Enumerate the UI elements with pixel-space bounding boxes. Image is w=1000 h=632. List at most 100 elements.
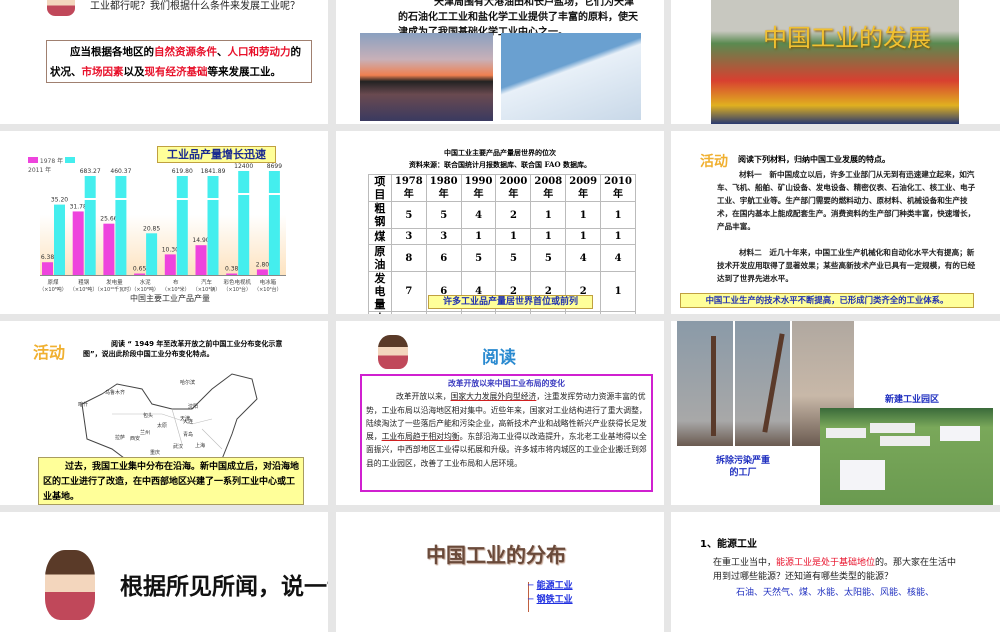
bar-1978 [72,211,84,275]
item-label: 能源工业 [536,581,573,591]
slide-thumbnail-10[interactable]: 根据所见所闻，说一说 [0,512,328,632]
rank-cell: 3 [390,228,427,245]
category-unit: （×10¹⁰千瓦时） [95,286,135,293]
map-city-label: 哈尔滨 [180,380,196,386]
energy-list: 石油、天然气、煤、水能、太阳能、风能、核能、 [736,588,935,598]
data-label: 460.37 [110,168,131,175]
data-label: 6.38 [41,254,55,261]
rank-cell: 1 [600,228,636,245]
item-cell: 水泥 [368,311,392,314]
rank-cell: 4 [460,201,497,229]
header-cell: 2009年 [565,174,602,202]
list-item[interactable]: ─ 钢铁工业 [528,592,573,605]
rank-cell: 5 [425,201,462,229]
bar-2011 [115,176,127,275]
slide-thumbnail-1[interactable]: 工业都行呢？我们根据什么条件来发展工业呢？ 应当根据各地区的自然资源条件、人口和… [0,0,328,124]
text: 改革开放以来， [396,392,451,402]
slide-thumbnail-4[interactable]: 工业品产量增长迅速 1978 年 2011 年 6.38 35.20 原煤 （×10⁸… [0,131,328,314]
rank-cell: 1 [600,201,636,229]
category-unit: （×10⁴台） [254,286,282,293]
bar-2011 [84,176,96,275]
rank-cell: 1 [460,228,497,245]
industrial-park-caption: 新建工业园区 [885,395,940,405]
rank-cell: 8 [390,244,427,272]
data-label: 0.65 [133,266,147,273]
table-header-row: 项目 1978年 1980年 1990年 2000年 2008年 2009年 2010年 [368,174,636,202]
slide-thumbnail-9[interactable]: 拆除污染严重的工厂 新建工业园区 [671,321,1000,505]
rank-cell: 2 [495,201,532,229]
china-industry-map [81,373,258,464]
category-label: 水泥 [140,278,152,286]
slide-thumbnail-7[interactable]: 活动 阅读 “ 1949 年至改革开放之前中国工业分布变化示意图”，说出此阶段中… [0,321,328,505]
highlight: 市场因素 [81,66,124,78]
data-label: 25.66 [100,216,117,223]
rank-cell: 1 [460,311,497,314]
map-city-label: 大连 [183,419,194,425]
category-label: 电冰箱 [260,278,277,286]
list-item[interactable]: ─ 能源工业 [528,578,573,591]
rank-cell: 5 [390,201,427,229]
demolish-caption: 拆除污染严重的工厂 [715,456,770,478]
bar-2011 [238,171,250,275]
text: 应当根据各地区的 [70,46,154,58]
map-city-label: 包头 [143,413,154,419]
text: 、 [217,46,228,58]
underlined-text: 国家大力发展外向型经济 [450,392,537,402]
slide-thumbnail-12[interactable]: 1、能源工业 在重工业当中，能源工业是处于基础地位的。那大家在生活中用到过哪些能… [671,512,1000,632]
slide-thumbnail-5[interactable]: 中国工业主要产品产量居世界的位次 资料来源：联合国统计月报数据库、联合国 FAO… [336,131,664,314]
cartoon-girl-image [45,550,95,620]
bar-1978 [134,273,146,275]
industrial-park-photo [820,408,993,505]
rank-cell: 1 [530,311,567,314]
map-city-label: 西安 [130,436,141,442]
rank-cell: 1 [565,228,602,245]
callout-box: 许多工业品产量居世界首位或前列 [428,295,593,309]
data-label: 1841.89 [201,168,226,175]
header-cell: 项目 [368,174,392,202]
slide-title: 中国工业的发展 [763,24,931,52]
header-cell: 2008年 [530,174,567,202]
cartoon-girl-image [47,0,75,16]
highlight: 人口和劳动力 [227,46,291,58]
text: 以及 [123,66,145,78]
table-row: 水泥4411111 [368,311,636,314]
map-city-label: 太原 [157,423,168,429]
conclusion-box: 中国工业生产的技术水平不断提高，已形成门类齐全的工业体系。 [680,293,974,308]
table-row: 粗钢 5 5 4 2 1 1 1 [368,201,636,229]
data-label: 683.27 [80,168,101,175]
category-unit: （×10⁴辆） [193,286,221,293]
reading-box-title: 改革开放以来中国工业布局的变化 [448,379,565,388]
building [940,426,980,441]
data-label: 619.80 [172,168,193,175]
rank-cell: 6 [425,244,462,272]
item-cell: 粗钢 [368,201,392,229]
axis-break-mark [267,193,281,195]
data-label: 12400 [234,163,253,170]
rank-cell: 1 [530,201,567,229]
slide-thumbnail-8[interactable]: 阅读 改革开放以来中国工业布局的变化 改革开放以来，国家大力发展外向型经济，注重… [336,321,664,505]
map-city-label: 武汉 [173,444,184,450]
table-title: 中国工业主要产品产量居世界的位次 [444,148,556,157]
slide-thumbnail-6[interactable]: 活动 阅读下列材料，归纳中国工业发展的特点。 材料一 新中国成立以后，许多工业部… [671,131,1000,314]
ranking-table: 项目 1978年 1980年 1990年 2000年 2008年 2009年 2010年 粗钢 5… [368,174,636,314]
item-cell: 煤 [368,228,392,245]
conditions-box: 应当根据各地区的自然资源条件、人口和劳动力的状况、市场因素以及现有经济基础等来发… [46,40,312,83]
slide-thumbnail-2[interactable]: 天津周围有大港油田和长芦盐场，它们为天津 的石油化工工业和盐化学工业提供了丰富的… [336,0,664,124]
rank-cell: 7 [390,271,427,312]
category-unit: （×10⁸吨） [39,286,67,293]
rank-cell: 4 [425,311,462,314]
data-label: 20.85 [143,225,160,232]
map-city-label: 拉萨 [115,435,126,441]
bar-1978 [42,262,53,275]
activity-intro: 阅读下列材料，归纳中国工业发展的特点。 [738,155,890,164]
highlight: 现有经济基础 [144,66,208,78]
category-label: 布 [173,278,179,286]
bar-2011 [207,176,219,275]
category-label: 粗钢 [78,278,90,286]
slide-thumbnail-3[interactable]: 中国工业的发展 [671,0,1000,124]
item-cell: 原油 [368,244,392,272]
map-city-label: 乌鲁木齐 [105,390,126,396]
slide-thumbnail-11[interactable]: 中国工业的分布 ─ 能源工业 ─ 钢铁工业 [336,512,664,632]
map-city-label: 沈阳 [188,404,199,410]
header-cell: 1978年 [390,174,427,202]
